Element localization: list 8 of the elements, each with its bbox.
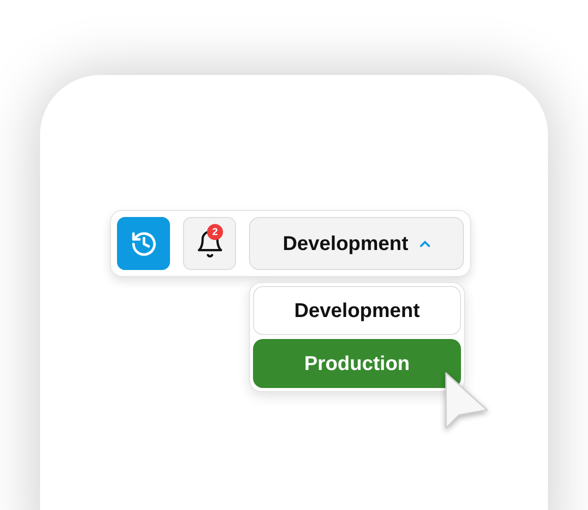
menu-item[interactable]: Production [253,339,461,388]
notification-badge: 2 [207,224,223,240]
environment-dropdown[interactable]: Development [249,217,464,270]
history-icon [130,230,158,258]
caret-icon [420,240,430,247]
menu-item[interactable]: Development [253,286,461,335]
history-button[interactable] [117,217,170,270]
notifications-button[interactable]: 2 [183,217,236,270]
